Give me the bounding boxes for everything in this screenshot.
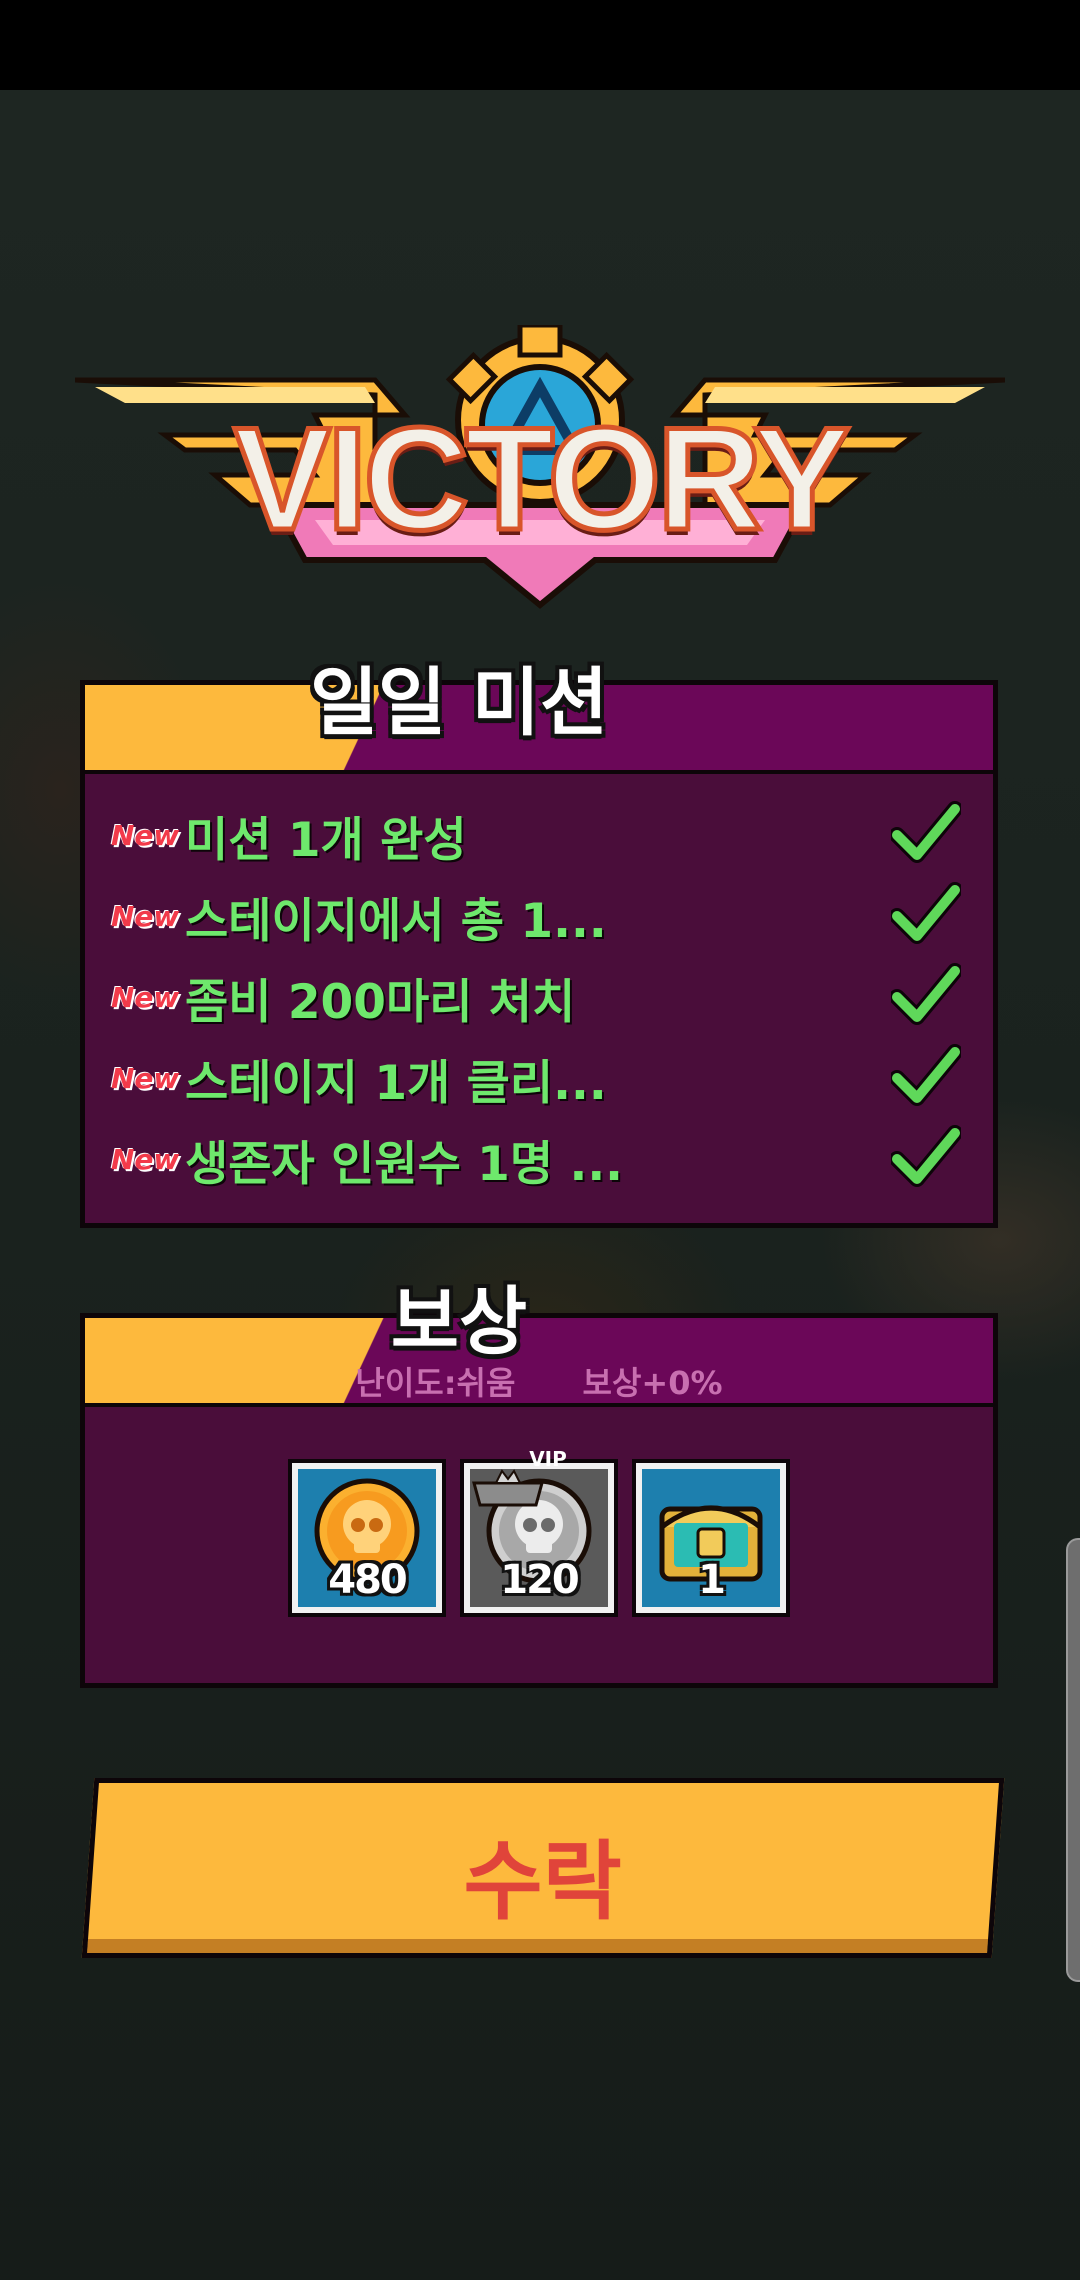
accept-button-label: 수락: [463, 1832, 622, 1932]
mission-text: 스테이지 1개 클리...: [185, 1056, 607, 1111]
new-badge: New: [111, 981, 180, 1014]
reward-tile-gold[interactable]: 480: [288, 1459, 446, 1617]
victory-emblem: VICTORY: [75, 325, 1005, 625]
reward-amount: 1: [698, 1557, 726, 1603]
checkmark-icon: [891, 1125, 961, 1187]
accept-button[interactable]: 수락: [81, 1778, 1005, 1958]
mission-text: 좀비 200마리 처치: [185, 975, 576, 1030]
new-badge: New: [111, 1143, 180, 1176]
mission-text: 미션 1개 완성: [185, 813, 467, 868]
daily-mission-panel: New 미션 1개 완성 New 스테이지에서 총 1... New 좀비 20…: [80, 680, 998, 1228]
reward-tile-vip[interactable]: VIP 120: [460, 1447, 618, 1617]
reward-tile-chest[interactable]: 1: [632, 1459, 790, 1617]
reward-items: 480 VIP 120 1: [85, 1447, 993, 1617]
checkmark-icon: [891, 882, 961, 944]
reward-bonus-label: 보상+0%: [582, 1364, 723, 1402]
checkmark-icon: [891, 963, 961, 1025]
victory-title: VICTORY: [231, 395, 853, 563]
mission-item: New 스테이지 1개 클리...: [111, 1038, 971, 1119]
vip-crown-icon: [472, 1469, 544, 1507]
reward-amount: 480: [328, 1557, 408, 1603]
status-bar: [0, 0, 1080, 90]
new-badge: New: [111, 900, 180, 933]
reward-title: 보상: [390, 1279, 528, 1365]
mission-item: New 생존자 인원수 1명 ...: [111, 1119, 971, 1200]
mission-item: New 좀비 200마리 처치: [111, 957, 971, 1038]
daily-mission-title: 일일 미션: [309, 660, 609, 746]
mission-list: New 미션 1개 완성 New 스테이지에서 총 1... New 좀비 20…: [111, 795, 971, 1200]
mission-item: New 미션 1개 완성: [111, 795, 971, 876]
checkmark-icon: [891, 801, 961, 863]
mission-text: 생존자 인원수 1명 ...: [185, 1137, 624, 1192]
new-badge: New: [111, 819, 180, 852]
new-badge: New: [111, 1062, 180, 1095]
edge-panel-handle[interactable]: [1066, 1538, 1080, 1982]
difficulty-label: 난이도:쉬움: [355, 1364, 516, 1402]
checkmark-icon: [891, 1044, 961, 1106]
reward-panel: 난이도:쉬움 보상+0% 480 VIP 120 1: [80, 1313, 998, 1688]
reward-amount: 120: [500, 1557, 580, 1603]
mission-item: New 스테이지에서 총 1...: [111, 876, 971, 957]
mission-text: 스테이지에서 총 1...: [185, 894, 607, 949]
vip-badge-label: VIP: [529, 1447, 567, 1471]
